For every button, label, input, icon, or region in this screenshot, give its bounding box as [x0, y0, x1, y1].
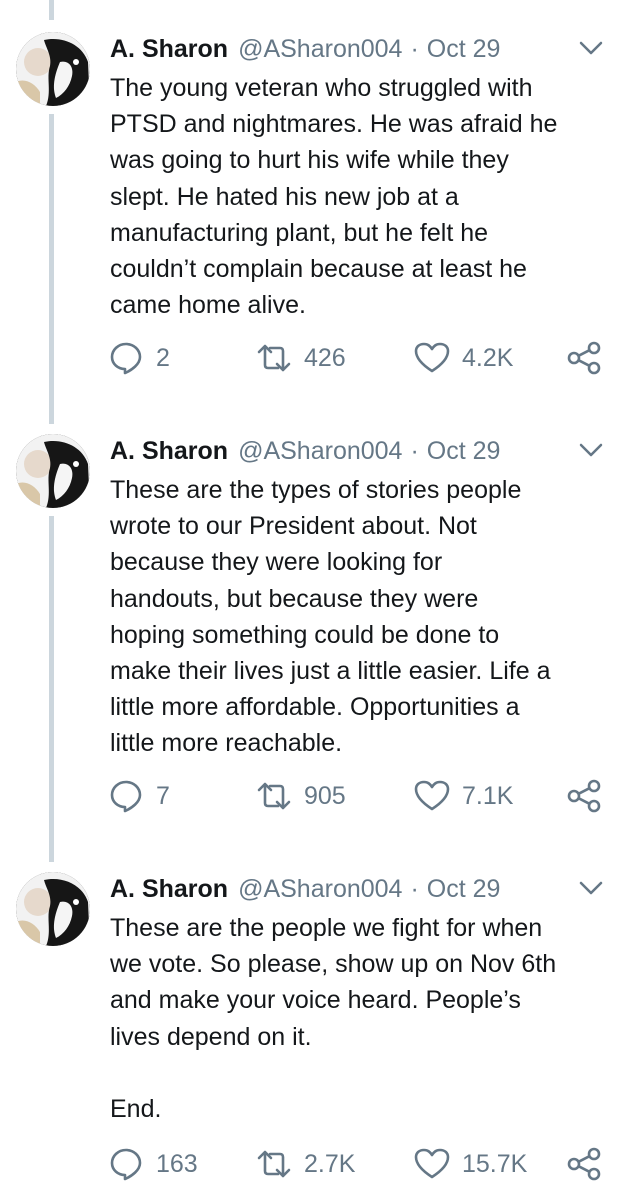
share-button[interactable] [566, 1144, 602, 1184]
share-icon [566, 1146, 602, 1182]
reply-button[interactable]: 7 [108, 776, 170, 816]
heart-icon [414, 1146, 450, 1182]
tweet-actions: 7 905 7.1K [108, 776, 618, 816]
tweet-date[interactable]: Oct 29 [427, 437, 501, 466]
tweet-text: These are the people we fight for when w… [110, 914, 557, 1124]
separator-dot: · [410, 436, 419, 465]
tweet-date[interactable]: Oct 29 [427, 875, 501, 904]
avatar[interactable] [16, 872, 90, 946]
retweet-button[interactable]: 905 [256, 776, 346, 816]
reply-count: 2 [156, 343, 170, 372]
retweet-count: 905 [304, 781, 346, 810]
display-name[interactable]: A. Sharon [110, 437, 228, 466]
tweet-text: The young veteran who struggled with PTS… [110, 74, 558, 320]
avatar[interactable] [16, 32, 90, 106]
like-count: 15.7K [462, 1149, 528, 1178]
tweet-header: A. Sharon @ASharon004 · Oct 29 [110, 434, 500, 468]
retweet-arrows-icon [256, 1146, 292, 1182]
reply-button[interactable]: 2 [108, 338, 170, 378]
retweet-count: 2.7K [304, 1149, 356, 1178]
thread-line-1 [49, 114, 54, 424]
retweet-arrows-icon [256, 340, 292, 376]
avatar[interactable] [16, 434, 90, 508]
chevron-down-icon[interactable] [576, 436, 606, 464]
separator-dot: · [410, 34, 419, 63]
speech-bubble-icon [108, 340, 144, 376]
like-count: 4.2K [462, 343, 514, 372]
tweet-header: A. Sharon @ASharon004 · Oct 29 [110, 32, 500, 66]
separator-dot: · [410, 874, 419, 903]
chevron-down-icon[interactable] [576, 34, 606, 62]
speech-bubble-icon [108, 778, 144, 814]
chevron-down-icon[interactable] [576, 874, 606, 902]
user-handle[interactable]: @ASharon004 [238, 35, 402, 64]
user-handle[interactable]: @ASharon004 [238, 875, 402, 904]
heart-icon [414, 778, 450, 814]
like-button[interactable]: 4.2K [414, 338, 513, 378]
tweet-actions: 2 426 4.2K [108, 338, 618, 378]
retweet-button[interactable]: 426 [256, 338, 346, 378]
thread-line-top [49, 0, 54, 20]
share-icon [566, 340, 602, 376]
display-name[interactable]: A. Sharon [110, 35, 228, 64]
tweet-actions: 163 2.7K 15.7K [108, 1144, 618, 1184]
reply-count: 7 [156, 781, 170, 810]
retweet-button[interactable]: 2.7K [256, 1144, 355, 1184]
like-button[interactable]: 15.7K [414, 1144, 527, 1184]
thread-line-2 [49, 516, 54, 862]
display-name[interactable]: A. Sharon [110, 875, 228, 904]
tweet-text: These are the types of stories people wr… [110, 476, 551, 758]
like-count: 7.1K [462, 781, 514, 810]
speech-bubble-icon [108, 1146, 144, 1182]
reply-button[interactable]: 163 [108, 1144, 198, 1184]
retweet-count: 426 [304, 343, 346, 372]
tweet-date[interactable]: Oct 29 [427, 35, 501, 64]
user-handle[interactable]: @ASharon004 [238, 437, 402, 466]
share-icon [566, 778, 602, 814]
heart-icon [414, 340, 450, 376]
like-button[interactable]: 7.1K [414, 776, 513, 816]
share-button[interactable] [566, 338, 602, 378]
reply-count: 163 [156, 1149, 198, 1178]
share-button[interactable] [566, 776, 602, 816]
tweet-header: A. Sharon @ASharon004 · Oct 29 [110, 872, 500, 906]
retweet-arrows-icon [256, 778, 292, 814]
